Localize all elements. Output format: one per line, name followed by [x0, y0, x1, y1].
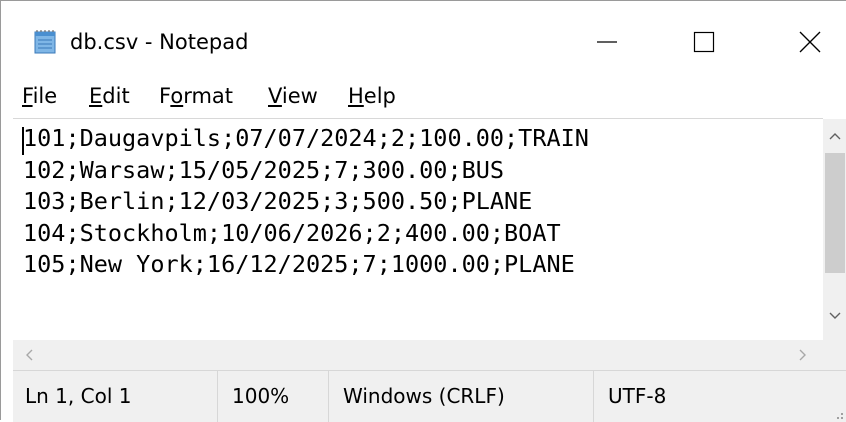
- menu-help[interactable]: Help: [348, 81, 396, 111]
- close-icon: [799, 31, 821, 53]
- horizontal-scrollbar[interactable]: [13, 340, 823, 370]
- resize-grip-icon[interactable]: [831, 407, 845, 421]
- chevron-left-icon: [26, 349, 33, 361]
- status-zoom: 100%: [232, 384, 290, 408]
- menu-view[interactable]: View: [268, 81, 318, 111]
- menu-view-accel: V: [268, 84, 282, 108]
- vertical-scroll-thumb[interactable]: [825, 153, 845, 273]
- scroll-right-button[interactable]: [791, 340, 815, 370]
- menu-bar: File Edit Format View Help: [1, 75, 846, 119]
- menu-file-accel: F: [22, 84, 33, 108]
- chevron-up-icon: [829, 133, 841, 140]
- vertical-scrollbar[interactable]: [823, 119, 846, 340]
- text-line: 102;Warsaw;15/05/2025;7;300.00;BUS: [23, 155, 505, 184]
- status-divider: [328, 371, 329, 422]
- status-position: Ln 1, Col 1: [25, 384, 132, 408]
- text-line: 104;Stockholm;10/06/2026;2;400.00;BOAT: [23, 218, 561, 247]
- menu-edit-label: dit: [102, 84, 130, 108]
- text-line: 103;Berlin;12/03/2025;3;500.50;PLANE: [23, 187, 533, 215]
- window-title: db.csv - Notepad: [70, 30, 249, 54]
- scroll-left-button[interactable]: [17, 340, 41, 370]
- menu-file[interactable]: File: [22, 81, 57, 111]
- menu-format-label: rmat: [183, 84, 234, 108]
- text-line: 105;New York;16/12/2025;7;1000.00;PLANE: [23, 250, 575, 278]
- minimize-icon: [597, 41, 617, 43]
- menu-view-label: iew: [281, 84, 318, 108]
- minimize-button[interactable]: [574, 15, 640, 69]
- scroll-down-button[interactable]: [823, 303, 846, 329]
- scrollbar-corner: [823, 340, 846, 370]
- menu-format-accel: o: [170, 84, 184, 108]
- chevron-right-icon: [799, 349, 806, 361]
- status-bar: Ln 1, Col 1 100% Windows (CRLF) UTF-8: [13, 370, 846, 422]
- chevron-down-icon: [829, 312, 841, 319]
- text-line: 101;Daugavpils;07/07/2024;2;100.00;TRAIN: [23, 124, 589, 152]
- menu-help-accel: H: [348, 84, 364, 108]
- close-button[interactable]: [777, 15, 843, 69]
- text-editor[interactable]: 101;Daugavpils;07/07/2024;2;100.00;TRAIN…: [13, 118, 823, 341]
- menu-edit-accel: E: [89, 84, 103, 108]
- title-bar[interactable]: db.csv - Notepad: [1, 1, 846, 75]
- menu-help-label: elp: [363, 84, 396, 108]
- status-divider: [593, 371, 594, 422]
- status-line-ending: Windows (CRLF): [343, 384, 505, 408]
- maximize-icon: [693, 31, 715, 53]
- menu-edit[interactable]: Edit: [89, 81, 130, 111]
- notepad-window: db.csv - Notepad File Edit Format View H…: [0, 0, 846, 422]
- status-divider: [217, 371, 218, 422]
- maximize-button[interactable]: [671, 15, 737, 69]
- status-encoding: UTF-8: [608, 384, 667, 408]
- menu-file-label: ile: [32, 84, 58, 108]
- scroll-up-button[interactable]: [823, 123, 846, 149]
- menu-format[interactable]: Format: [159, 81, 233, 111]
- notepad-icon: [34, 30, 56, 54]
- menu-format-prefix: F: [159, 84, 171, 108]
- editor-content[interactable]: 101;Daugavpils;07/07/2024;2;100.00;TRAIN…: [23, 123, 589, 281]
